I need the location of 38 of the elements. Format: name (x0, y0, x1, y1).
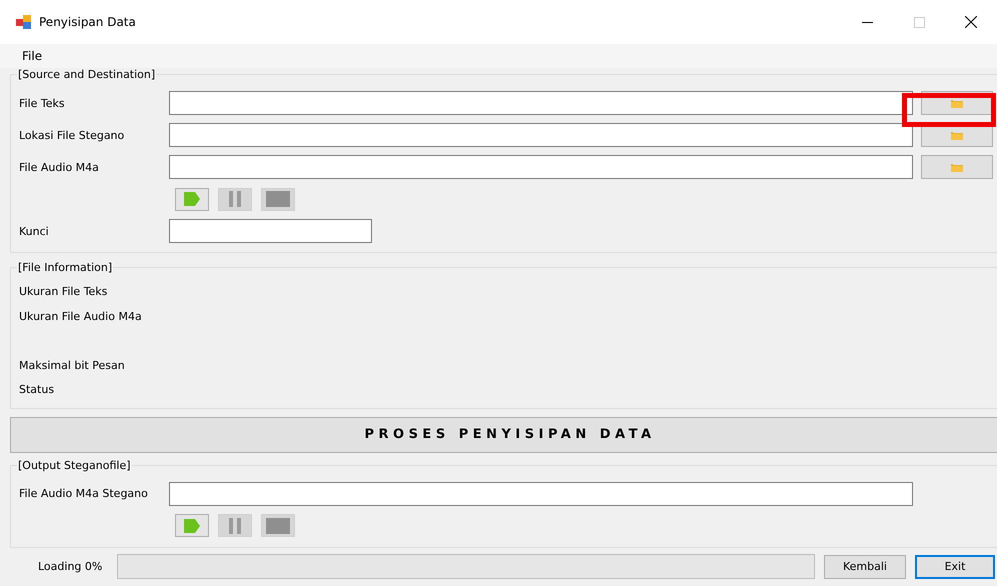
loading-label: Loading 0% (37, 560, 104, 573)
stop-icon (266, 191, 290, 207)
field-label: File Audio M4a Stegano (19, 487, 149, 500)
play-icon (183, 191, 201, 207)
group-title: [Output Steganofile] (17, 458, 132, 472)
play-icon (183, 518, 201, 534)
folder-icon (950, 130, 964, 140)
pause-icon (228, 518, 242, 534)
field-label: Kunci (19, 224, 50, 238)
play-button[interactable] (175, 188, 209, 210)
dialog-button[interactable]: Kembali (824, 554, 906, 578)
maximize-icon (914, 16, 924, 28)
window-title: Penyisipan Data (39, 15, 136, 29)
info-label: Ukuran File Teks (19, 284, 108, 300)
process-button[interactable]: PROSES PENYISIPAN DATA (10, 416, 997, 452)
field-label: File Teks (19, 96, 66, 110)
input-field[interactable] (169, 123, 913, 147)
group-title: [File Information] (17, 261, 114, 274)
app-icon (16, 15, 32, 29)
menu-item[interactable]: File (12, 47, 52, 65)
folder-icon (950, 162, 964, 172)
play-button[interactable] (175, 514, 209, 537)
info-label: Ukuran File Audio M4a (19, 308, 143, 324)
input-field[interactable] (169, 482, 913, 506)
dialog-button[interactable]: Exit (915, 554, 995, 578)
group-title: [Source and Destination] (17, 68, 156, 81)
info-label: Status (19, 382, 56, 398)
input-field[interactable] (169, 155, 913, 179)
info-label: Maksimal bit Pesan (19, 358, 126, 374)
input-field[interactable] (169, 219, 372, 243)
input-field[interactable] (169, 91, 913, 115)
browse-button[interactable] (921, 155, 993, 179)
field-label: Lokasi File Stegano (19, 128, 126, 142)
stop-icon (266, 518, 290, 534)
field-label: File Audio M4a (19, 160, 100, 174)
close-icon (965, 16, 977, 28)
folder-icon (950, 98, 964, 108)
pause-icon (228, 191, 242, 207)
